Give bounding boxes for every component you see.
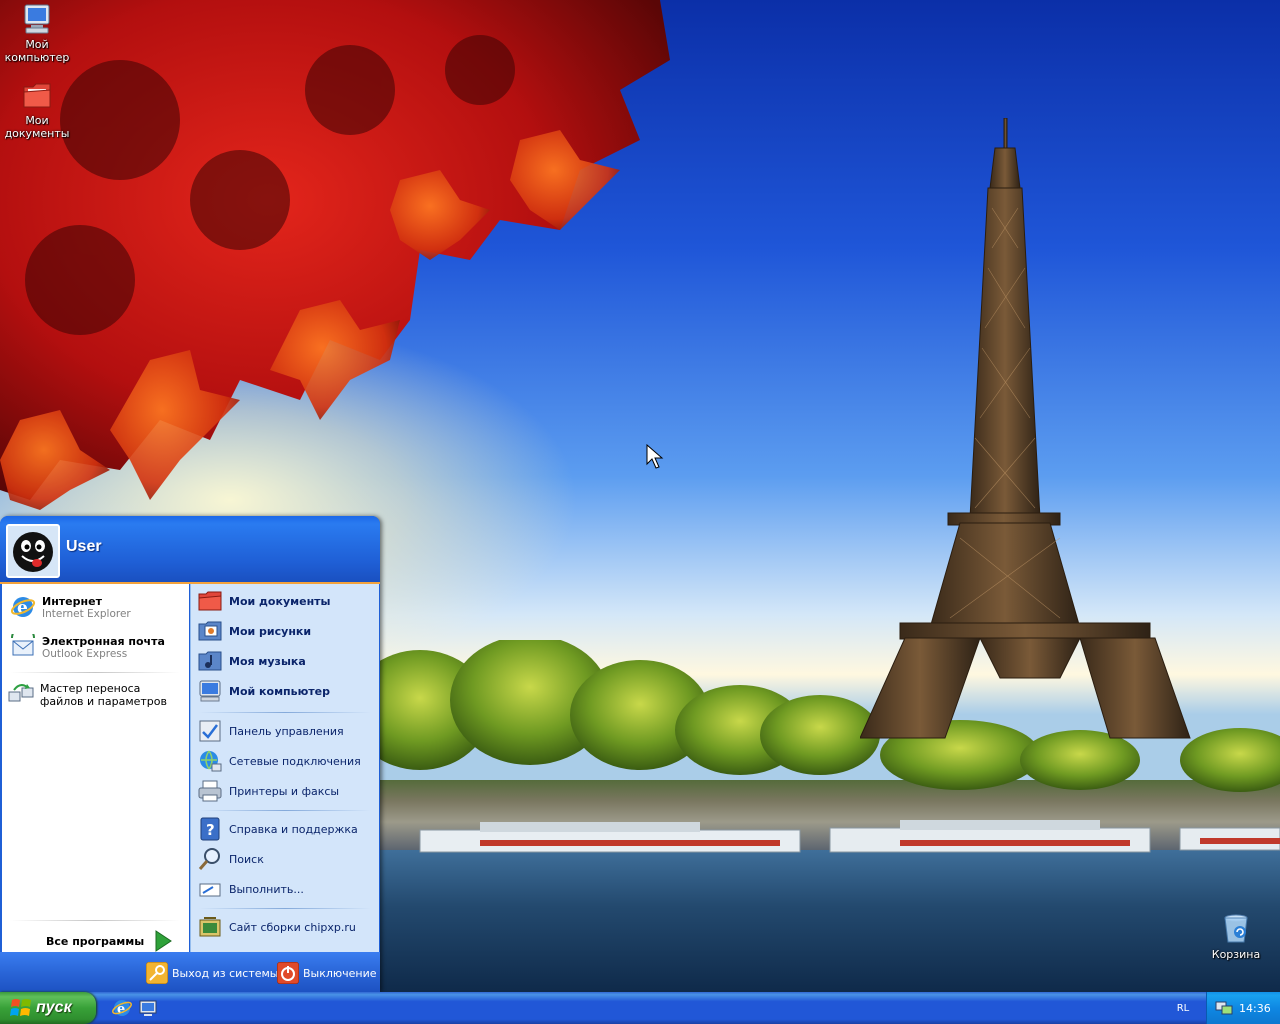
- right-item-help[interactable]: ? Справка и поддержка: [197, 816, 358, 842]
- user-avatar-icon: [8, 526, 58, 576]
- recycle-bin-icon: [1224, 914, 1248, 943]
- pinned-subtitle: Outlook Express: [42, 647, 128, 660]
- logoff-label: Выход из системы: [172, 966, 279, 980]
- boats: [419, 820, 1280, 853]
- desktop-icon-label: Корзина: [1211, 948, 1261, 961]
- all-programs-label: Все программы: [46, 934, 145, 948]
- desktop-icon-my-documents[interactable]: Мои документы: [0, 78, 74, 140]
- logoff-key-icon: [146, 962, 168, 984]
- printer-icon: [198, 780, 222, 802]
- right-item-label: Сайт сборки chipxp.ru: [229, 920, 356, 934]
- green-arrow-icon: [155, 930, 173, 952]
- start-menu-right-column: Мои документы Мои рисунки Моя музыка Мой…: [190, 584, 379, 952]
- search-icon: [198, 848, 220, 870]
- pinned-subtitle: Internet Explorer: [42, 607, 131, 620]
- right-item-printers[interactable]: Принтеры и факсы: [197, 778, 339, 804]
- red-leaves: [0, 0, 670, 510]
- recent-label: Мастер переноса файлов и параметров: [40, 682, 168, 708]
- outlook-express-icon: [11, 634, 35, 656]
- help-icon: ?: [200, 817, 220, 841]
- right-item-label: Выполнить...: [229, 882, 304, 896]
- pinned-internet[interactable]: e Интернет Internet Explorer: [10, 594, 131, 620]
- system-tray: 14:36: [1206, 992, 1280, 1024]
- my-computer-icon: [199, 680, 221, 702]
- shutdown-button[interactable]: Выключение: [277, 962, 377, 984]
- user-avatar[interactable]: [6, 524, 60, 578]
- separator: [10, 920, 180, 921]
- show-desktop-icon[interactable]: [138, 998, 158, 1018]
- taskbar: пуск e RL 14:36: [0, 992, 1280, 1024]
- clock[interactable]: 14:36: [1239, 1002, 1271, 1015]
- pinned-email[interactable]: Электронная почта Outlook Express: [10, 634, 165, 660]
- separator: [199, 908, 371, 909]
- start-menu-footer: Выход из системы Выключение: [0, 952, 380, 992]
- desktop-icon-recycle-bin[interactable]: Корзина: [1199, 912, 1273, 961]
- my-music-icon: [198, 651, 222, 671]
- my-computer-icon: [24, 4, 50, 34]
- right-item-label: Моя музыка: [229, 654, 306, 668]
- right-item-search[interactable]: Поиск: [197, 846, 264, 872]
- right-item-my-computer[interactable]: Мой компьютер: [197, 678, 330, 704]
- my-pictures-icon: [198, 621, 222, 641]
- eiffel-tower: [860, 118, 1191, 739]
- start-menu-header: User: [0, 516, 380, 584]
- separator: [10, 672, 180, 673]
- user-name: User: [66, 538, 102, 555]
- right-item-run[interactable]: Выполнить...: [197, 876, 304, 902]
- right-item-label: Поиск: [229, 852, 264, 866]
- pinned-title: Электронная почта: [42, 634, 165, 648]
- start-menu: User e Интернет Internet Explorer Электр…: [0, 516, 380, 992]
- right-item-label: Мои документы: [229, 594, 331, 608]
- my-documents-icon: [23, 83, 51, 108]
- right-item-network[interactable]: Сетевые подключения: [197, 748, 361, 774]
- network-icon: [200, 750, 222, 772]
- my-documents-icon: [198, 591, 222, 611]
- transfer-wizard-icon: [8, 684, 34, 702]
- internet-explorer-icon: e: [10, 597, 36, 618]
- separator: [199, 712, 371, 713]
- mouse-cursor-icon: [646, 444, 664, 469]
- network-tray-icon[interactable]: [1215, 1000, 1233, 1016]
- right-item-my-documents[interactable]: Мои документы: [197, 588, 331, 614]
- recent-transfer-wizard[interactable]: Мастер переноса файлов и параметров: [8, 682, 188, 708]
- website-icon: [199, 917, 221, 937]
- logoff-button[interactable]: Выход из системы: [146, 962, 278, 984]
- right-item-label: Справка и поддержка: [229, 822, 358, 836]
- windows-logo-icon: [10, 999, 31, 1016]
- power-icon: [277, 962, 299, 984]
- right-item-my-pictures[interactable]: Мои рисунки: [197, 618, 311, 644]
- separator: [199, 810, 371, 811]
- desktop-icon-label: Мой компьютер: [4, 38, 70, 64]
- language-indicator[interactable]: RL: [1166, 998, 1200, 1018]
- start-label: пуск: [36, 999, 72, 1016]
- right-item-label: Мой компьютер: [229, 684, 331, 698]
- svg-text:?: ?: [206, 821, 215, 839]
- desktop-icon-my-computer[interactable]: Мой компьютер: [0, 2, 74, 64]
- right-item-my-music[interactable]: Моя музыка: [197, 648, 306, 674]
- pinned-title: Интернет: [42, 594, 102, 608]
- quick-launch: e: [112, 998, 158, 1018]
- right-item-label: Сетевые подключения: [229, 754, 361, 768]
- control-panel-icon: [199, 720, 221, 742]
- all-programs-button[interactable]: Все программы: [46, 930, 173, 952]
- internet-explorer-icon[interactable]: e: [112, 998, 132, 1018]
- desktop-icon-label: Мои документы: [4, 114, 70, 140]
- right-item-label: Мои рисунки: [229, 624, 312, 638]
- right-item-control-panel[interactable]: Панель управления: [197, 718, 344, 744]
- start-menu-left-column: e Интернет Internet Explorer Электронная…: [2, 584, 189, 952]
- right-item-label: Панель управления: [229, 724, 344, 738]
- run-icon: [199, 883, 221, 897]
- shutdown-label: Выключение: [303, 966, 377, 980]
- right-item-label: Принтеры и факсы: [229, 784, 340, 798]
- start-button[interactable]: пуск: [0, 992, 96, 1024]
- right-item-website[interactable]: Сайт сборки chipxp.ru: [197, 914, 356, 940]
